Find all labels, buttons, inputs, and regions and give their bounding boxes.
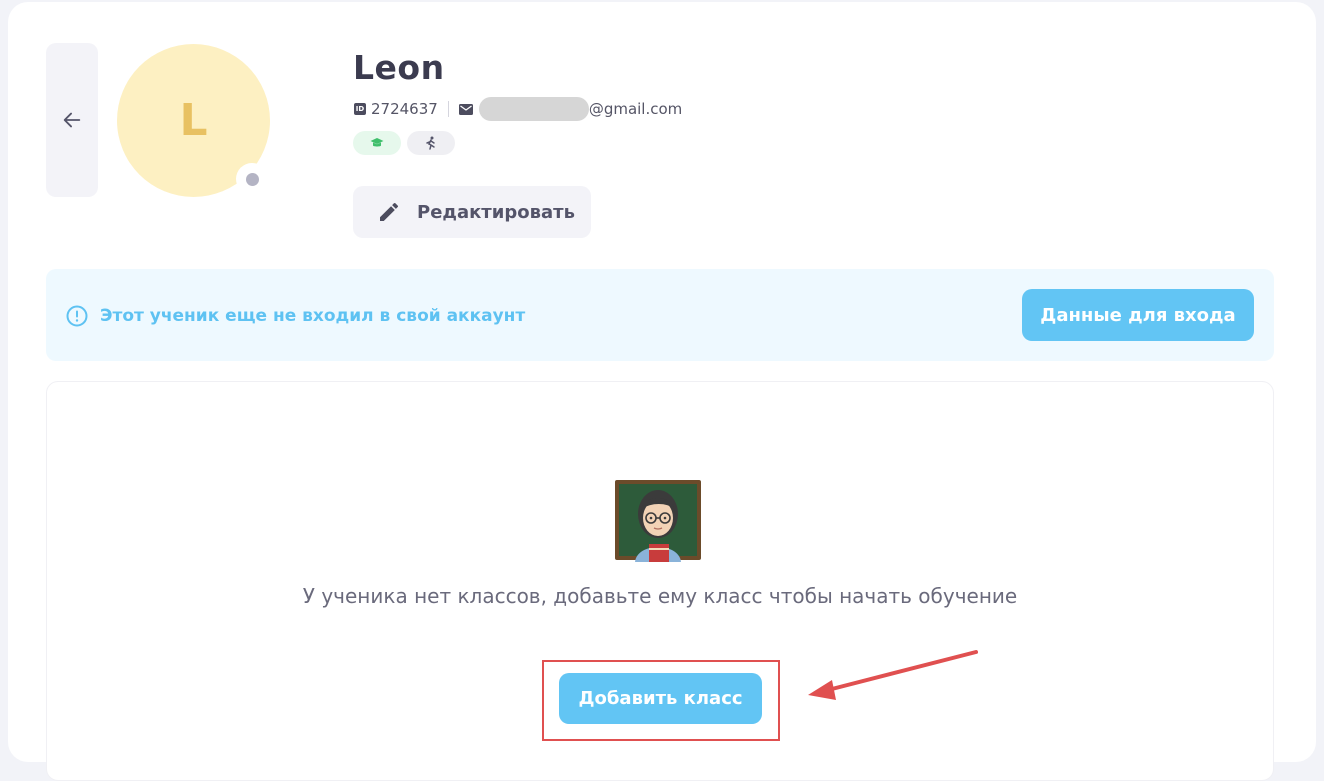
student-email-domain: @gmail.com bbox=[588, 100, 683, 118]
add-class-button[interactable]: Добавить класс bbox=[559, 673, 762, 724]
email-redacted bbox=[478, 97, 589, 121]
annotation-arrow-icon bbox=[808, 650, 978, 700]
exclamation-circle-icon bbox=[66, 305, 88, 327]
activity-tag bbox=[407, 131, 455, 155]
notice-message: Этот ученик еще не входил в свой аккаунт bbox=[66, 305, 525, 327]
meta-divider bbox=[447, 101, 449, 117]
role-tag-student bbox=[353, 131, 401, 155]
edit-profile-button[interactable]: Редактировать bbox=[353, 186, 591, 238]
running-person-icon bbox=[426, 136, 435, 150]
back-button[interactable] bbox=[46, 43, 98, 197]
student-tags bbox=[353, 131, 455, 155]
notice-text: Этот ученик еще не входил в свой аккаунт bbox=[100, 306, 526, 326]
login-data-button[interactable]: Данные для входа bbox=[1022, 289, 1254, 341]
graduation-cap-icon bbox=[370, 138, 384, 147]
student-name: Leon bbox=[353, 48, 445, 87]
pencil-icon bbox=[380, 202, 399, 221]
edit-button-label: Редактировать bbox=[417, 201, 575, 223]
envelope-icon bbox=[458, 103, 473, 115]
teacher-emoji-icon bbox=[615, 480, 701, 562]
student-id: 2724637 bbox=[371, 100, 438, 118]
arrow-left-icon bbox=[63, 112, 81, 128]
no-classes-message: У ученика нет классов, добавьте ему клас… bbox=[302, 584, 1018, 608]
id-card-icon: ID bbox=[354, 103, 366, 115]
student-meta: ID 2724637 @gmail.com bbox=[354, 97, 683, 121]
online-status-indicator bbox=[236, 163, 268, 195]
avatar-letter: L bbox=[179, 95, 208, 146]
